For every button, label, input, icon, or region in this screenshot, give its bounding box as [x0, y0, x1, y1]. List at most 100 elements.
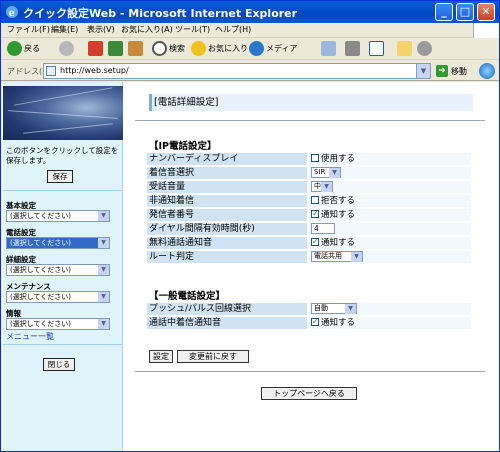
- chevron-down-icon: ▼: [98, 292, 109, 302]
- menu-list-link[interactable]: メニュー一覧: [6, 331, 54, 342]
- close-button[interactable]: ✕: [477, 3, 495, 21]
- top-page-button[interactable]: トップページへ戻る: [261, 387, 357, 400]
- browser-window: e クイック設定Web - Microsoft Internet Explore…: [0, 0, 500, 452]
- select-value: 自動: [314, 304, 328, 312]
- set-button[interactable]: 設定: [149, 350, 173, 363]
- checkbox[interactable]: [311, 236, 319, 248]
- advanced-settings-select[interactable]: (選択してください) ▼: [6, 264, 110, 276]
- row-label: ナンバーディスプレイ: [147, 153, 307, 165]
- info-value: (選択してください): [10, 320, 72, 328]
- checkbox-label: 通知する: [321, 210, 356, 220]
- general-section-title: 【一般電話設定】: [149, 291, 226, 302]
- ringtone-select[interactable]: SIR ▼: [311, 167, 341, 178]
- go-button[interactable]: ➜ 移動: [436, 65, 467, 77]
- checkbox[interactable]: [311, 208, 319, 220]
- toolbar: 戻る 検索 お気に入り メディア: [1, 38, 499, 60]
- checkbox[interactable]: [311, 316, 319, 328]
- windows-logo-icon: [473, 23, 499, 38]
- volume-select[interactable]: 中 ▼: [311, 181, 333, 192]
- title-bar[interactable]: e クイック設定Web - Microsoft Internet Explore…: [1, 1, 499, 23]
- main-panel: [電話詳細設定] 【IP電話設定】 ナンバーディスプレイ 使用する 着信音選択 …: [127, 82, 499, 451]
- star-icon: [191, 41, 206, 56]
- ip-section-title: 【IP電話設定】: [149, 141, 217, 152]
- home-button[interactable]: [128, 41, 145, 56]
- row-label: 発信者番号: [147, 209, 307, 221]
- row-route: ルート判定 電話共用 ▼: [147, 251, 471, 264]
- chevron-down-icon: ▼: [351, 252, 362, 262]
- checkbox[interactable]: [311, 196, 319, 204]
- checkbox[interactable]: [311, 154, 319, 162]
- menu-view[interactable]: 表示(V): [87, 24, 115, 35]
- forward-button[interactable]: [59, 41, 76, 56]
- favorites-button[interactable]: お気に入り: [191, 41, 248, 56]
- back-label: 戻る: [24, 44, 40, 53]
- maximize-button[interactable]: □: [456, 3, 474, 21]
- row-volume: 受話音量 中 ▼: [147, 181, 471, 194]
- back-button[interactable]: 戻る: [7, 41, 40, 56]
- save-button[interactable]: 保存: [47, 170, 73, 183]
- checkbox-label: 使用する: [321, 154, 356, 164]
- divider: [135, 371, 485, 372]
- row-label: 受話音量: [147, 181, 307, 193]
- refresh-button[interactable]: [108, 41, 125, 56]
- menu-help[interactable]: ヘルプ(H): [215, 24, 251, 35]
- media-icon: [249, 41, 264, 56]
- chevron-down-icon: ▼: [345, 304, 356, 314]
- ie-throbber-icon: [479, 63, 495, 79]
- info-select[interactable]: (選択してください) ▼: [6, 318, 110, 330]
- word-button[interactable]: [369, 41, 386, 56]
- menu-edit[interactable]: 編集(E): [51, 24, 78, 35]
- favorites-label: お気に入り: [208, 44, 248, 53]
- row-label: プッシュ/パルス回線選択: [147, 303, 307, 315]
- select-value: 中: [314, 182, 321, 190]
- address-input[interactable]: http://web.setup/ ▼: [43, 63, 431, 79]
- word-icon: [369, 41, 384, 56]
- select-value: SIR: [314, 168, 326, 176]
- dial-interval-input[interactable]: 4: [311, 223, 335, 234]
- row-free-call-tone: 無料通話通知音 通知する: [147, 236, 471, 250]
- chevron-down-icon: ▼: [98, 238, 109, 248]
- divider: [3, 344, 123, 345]
- back-arrow-icon: [7, 41, 22, 56]
- print-icon: [345, 41, 360, 56]
- row-dial-interval: ダイヤル間隔有効時間(秒) 4: [147, 223, 471, 236]
- checkbox-label: 通知する: [321, 318, 356, 328]
- media-label: メディア: [266, 44, 298, 53]
- row-call-waiting-tone: 通話中着信通知音 通知する: [147, 316, 471, 330]
- close-window-button[interactable]: 閉じる: [43, 358, 75, 371]
- address-url: http://web.setup/: [60, 66, 129, 75]
- route-select[interactable]: 電話共用 ▼: [311, 251, 363, 262]
- chevron-down-icon[interactable]: ▼: [416, 64, 430, 78]
- go-arrow-icon: ➜: [436, 65, 448, 77]
- push-pulse-select[interactable]: 自動 ▼: [311, 303, 357, 314]
- basic-settings-value: (選択してください): [10, 212, 72, 220]
- minimize-button[interactable]: _: [435, 3, 453, 21]
- search-button[interactable]: 検索: [152, 41, 185, 56]
- stop-icon: [88, 41, 103, 56]
- row-push-pulse: プッシュ/パルス回線選択 自動 ▼: [147, 303, 471, 316]
- menu-favorites[interactable]: お気に入り(A): [121, 24, 173, 35]
- maintenance-select[interactable]: (選択してください) ▼: [6, 291, 110, 303]
- mail-button[interactable]: [321, 41, 338, 56]
- menu-tools[interactable]: ツール(T): [175, 24, 210, 35]
- phone-settings-select[interactable]: (選択してください) ▼: [6, 237, 110, 249]
- search-icon: [152, 41, 167, 56]
- divider: [135, 120, 485, 121]
- save-note: このボタンをクリックして設定を保存します。: [6, 146, 119, 165]
- mail-icon: [321, 41, 336, 56]
- stop-button[interactable]: [88, 41, 105, 56]
- messenger-button[interactable]: [417, 41, 434, 56]
- folder-button[interactable]: [397, 41, 414, 56]
- revert-button[interactable]: 変更前に戻す: [177, 350, 249, 363]
- banner-image: [3, 86, 123, 140]
- folder-icon: [397, 41, 412, 56]
- print-button[interactable]: [345, 41, 362, 56]
- window-title: クイック設定Web - Microsoft Internet Explorer: [23, 7, 298, 20]
- phone-settings-value: (選択してください): [10, 239, 72, 247]
- sidebar: このボタンをクリックして設定を保存します。 保存 基本設定 (選択してください)…: [3, 82, 123, 451]
- row-label: 非通知着信: [147, 195, 307, 207]
- media-button[interactable]: メディア: [249, 41, 297, 56]
- search-label: 検索: [169, 44, 185, 53]
- menu-file[interactable]: ファイル(F): [7, 24, 50, 35]
- basic-settings-select[interactable]: (選択してください) ▼: [6, 210, 110, 222]
